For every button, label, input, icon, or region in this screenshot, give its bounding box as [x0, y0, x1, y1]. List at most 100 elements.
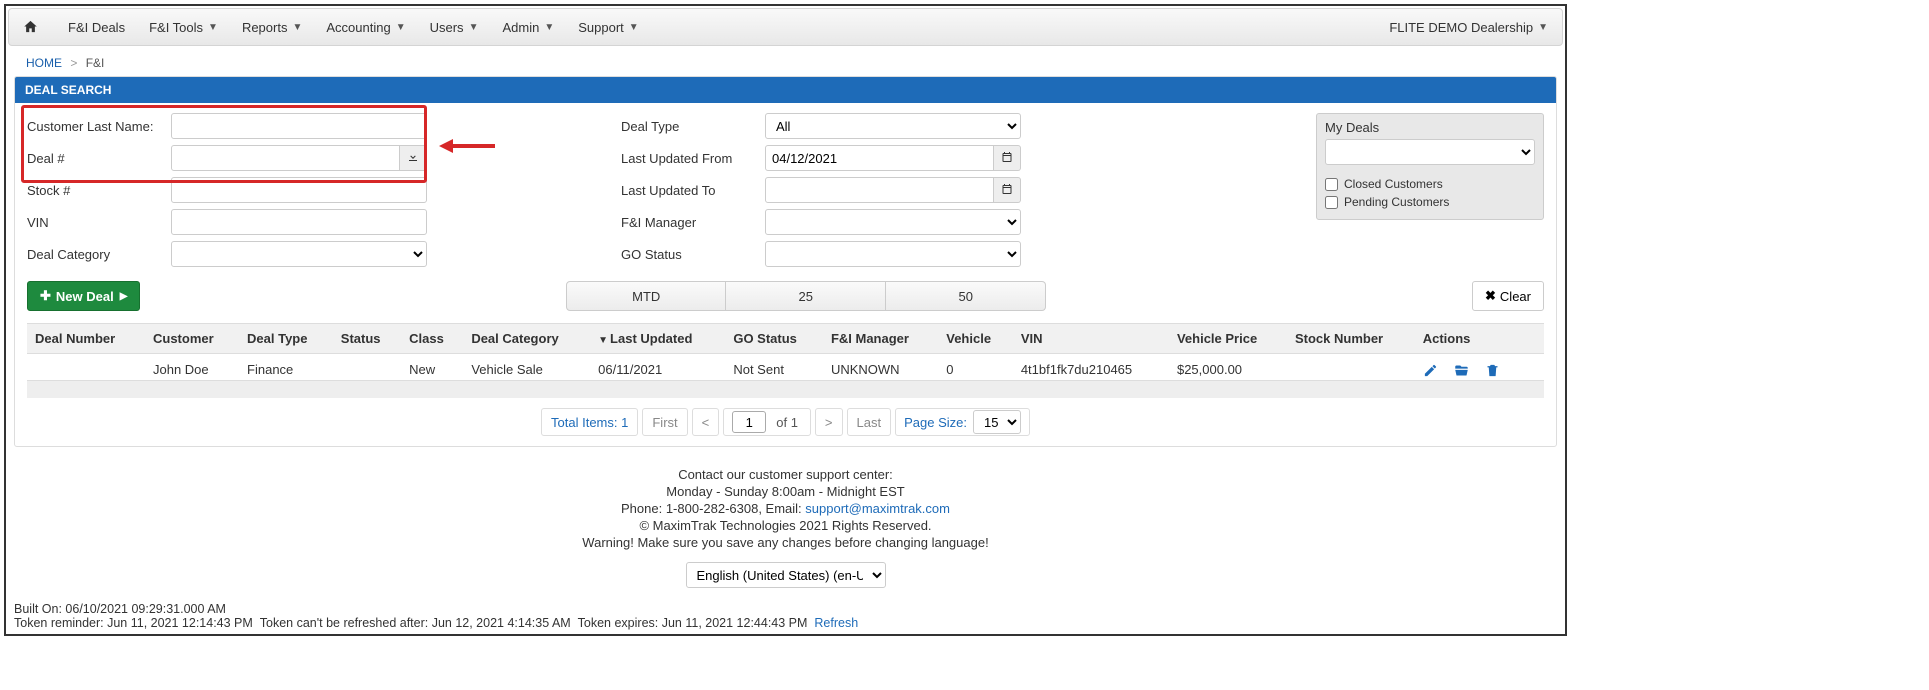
b25-button[interactable]: 25	[726, 281, 886, 311]
nav-users[interactable]: Users▼	[418, 8, 491, 46]
caret-down-icon: ▼	[396, 22, 406, 33]
nav-fi-deals[interactable]: F&I Deals	[56, 8, 137, 46]
deal-search-panel: DEAL SEARCH Customer Last Name: Deal #	[14, 76, 1557, 447]
nav-accounting[interactable]: Accounting▼	[314, 8, 417, 46]
th-go-status[interactable]: GO Status	[725, 324, 823, 354]
breadcrumb-separator: >	[70, 56, 77, 70]
th-last-updated[interactable]: ▼Last Updated	[590, 324, 725, 354]
breadcrumb: HOME > F&I	[8, 54, 1563, 76]
sort-desc-icon: ▼	[598, 335, 608, 346]
support-email-link[interactable]: support@maximtrak.com	[805, 501, 950, 516]
vin-label: VIN	[27, 215, 171, 230]
th-deal-category[interactable]: Deal Category	[463, 324, 590, 354]
breadcrumb-home[interactable]: HOME	[26, 56, 62, 70]
total-items: Total Items: 1	[541, 408, 638, 436]
last-updated-to-input[interactable]	[765, 177, 994, 203]
go-status-select[interactable]	[765, 241, 1021, 267]
page-of-label: of 1	[776, 415, 798, 430]
footer: Contact our customer support center: Mon…	[8, 453, 1563, 596]
top-navbar: F&I Deals F&I Tools▼ Reports▼ Accounting…	[8, 8, 1563, 46]
th-class[interactable]: Class	[401, 324, 463, 354]
clear-button[interactable]: ✖ Clear	[1472, 281, 1544, 311]
deal-category-label: Deal Category	[27, 247, 171, 262]
date-to-picker[interactable]	[994, 177, 1021, 203]
th-stock-number[interactable]: Stock Number	[1287, 324, 1415, 354]
close-icon: ✖	[1485, 288, 1496, 304]
open-folder-icon[interactable]	[1454, 361, 1473, 378]
last-page-button[interactable]: Last	[847, 408, 892, 436]
pending-customers-checkbox[interactable]	[1325, 196, 1338, 209]
customer-last-name-input[interactable]	[171, 113, 427, 139]
table-header-row: Deal Number Customer Deal Type Status Cl…	[27, 324, 1544, 354]
deal-type-label: Deal Type	[621, 119, 765, 134]
my-deals-box: My Deals Closed Customers Pending Custom…	[1316, 113, 1544, 220]
edit-icon[interactable]	[1423, 361, 1442, 378]
chevron-right-icon: ▶	[120, 291, 128, 302]
th-status[interactable]: Status	[333, 324, 401, 354]
plus-icon: ✚	[40, 288, 51, 304]
caret-down-icon: ▼	[208, 22, 218, 33]
footer-contact-line: Contact our customer support center:	[8, 467, 1563, 482]
th-vehicle-price[interactable]: Vehicle Price	[1169, 324, 1287, 354]
nav-admin[interactable]: Admin▼	[490, 8, 566, 46]
token-info: Token reminder: Jun 11, 2021 12:14:43 PM…	[14, 616, 1557, 630]
next-page-button[interactable]: >	[815, 408, 843, 436]
quick-filter-group: MTD 25 50	[566, 281, 1046, 311]
language-select[interactable]: English (United States) (en-US)	[686, 562, 886, 588]
vin-input[interactable]	[171, 209, 427, 235]
th-vehicle[interactable]: Vehicle	[938, 324, 1013, 354]
new-deal-button[interactable]: ✚ New Deal ▶	[27, 281, 140, 311]
page-input-group: of 1	[723, 408, 811, 436]
th-actions: Actions	[1415, 324, 1544, 354]
built-on: Built On: 06/10/2021 09:29:31.000 AM	[14, 602, 1557, 616]
mtd-button[interactable]: MTD	[566, 281, 726, 311]
calendar-icon	[1001, 183, 1013, 198]
deal-import-button[interactable]	[400, 145, 427, 171]
stock-number-label: Stock #	[27, 183, 171, 198]
page-size-select[interactable]: 15	[973, 410, 1021, 434]
th-deal-type[interactable]: Deal Type	[239, 324, 333, 354]
b50-button[interactable]: 50	[886, 281, 1046, 311]
calendar-icon	[1001, 151, 1013, 166]
nav-reports[interactable]: Reports▼	[230, 8, 314, 46]
footer-warning: Warning! Make sure you save any changes …	[8, 535, 1563, 550]
closed-customers-checkbox[interactable]	[1325, 178, 1338, 191]
prev-page-button[interactable]: <	[692, 408, 720, 436]
caret-down-icon: ▼	[469, 22, 479, 33]
last-updated-to-label: Last Updated To	[621, 183, 765, 198]
my-deals-select[interactable]	[1325, 139, 1535, 165]
go-status-label: GO Status	[621, 247, 765, 262]
footer-copyright: © MaximTrak Technologies 2021 Rights Res…	[8, 518, 1563, 533]
th-customer[interactable]: Customer	[145, 324, 239, 354]
caret-down-icon: ▼	[629, 22, 639, 33]
customer-last-name-label: Customer Last Name:	[27, 119, 171, 134]
search-col-left: Customer Last Name: Deal #	[27, 113, 427, 273]
date-from-picker[interactable]	[994, 145, 1021, 171]
th-fi-manager[interactable]: F&I Manager	[823, 324, 938, 354]
refresh-link[interactable]: Refresh	[814, 616, 858, 630]
stock-number-input[interactable]	[171, 177, 427, 203]
nav-fi-tools[interactable]: F&I Tools▼	[137, 8, 230, 46]
fi-manager-select[interactable]	[765, 209, 1021, 235]
deal-type-select[interactable]: All	[765, 113, 1021, 139]
page-size-group: Page Size: 15	[895, 408, 1030, 436]
last-updated-from-label: Last Updated From	[621, 151, 765, 166]
delete-icon[interactable]	[1485, 361, 1500, 378]
deal-category-select[interactable]	[171, 241, 427, 267]
highlight-arrow	[439, 139, 495, 153]
th-vin[interactable]: VIN	[1013, 324, 1169, 354]
caret-down-icon: ▼	[1538, 22, 1548, 33]
page-number-input[interactable]	[732, 411, 766, 433]
deal-number-input[interactable]	[171, 145, 400, 171]
dealership-dropdown[interactable]: FLITE DEMO Dealership▼	[1389, 20, 1548, 35]
first-page-button[interactable]: First	[642, 408, 687, 436]
caret-down-icon: ▼	[544, 22, 554, 33]
home-icon[interactable]	[23, 18, 38, 36]
th-deal-number[interactable]: Deal Number	[27, 324, 145, 354]
closed-customers-label: Closed Customers	[1344, 177, 1443, 191]
footer-phone-line: Phone: 1-800-282-6308, Email: support@ma…	[8, 501, 1563, 516]
last-updated-from-input[interactable]	[765, 145, 994, 171]
nav-support[interactable]: Support▼	[566, 8, 650, 46]
pagination: Total Items: 1 First < of 1 > Last Page …	[27, 408, 1544, 436]
page-size-label: Page Size:	[904, 415, 967, 430]
